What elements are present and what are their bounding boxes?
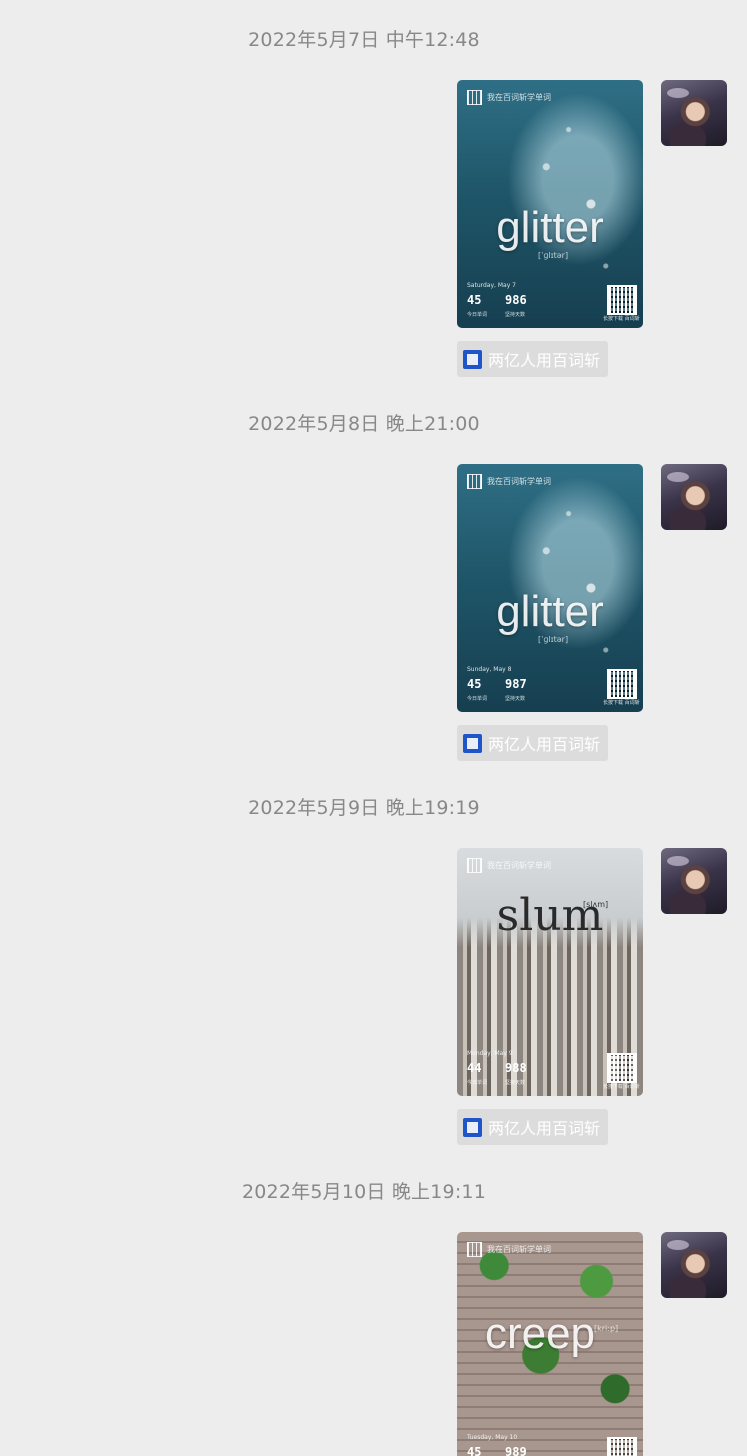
card-phonetic: [slʌm]	[583, 900, 609, 909]
card-phonetic: [ˈɡlɪtər]	[538, 635, 569, 644]
card-streak-label: 坚持天数	[505, 696, 526, 702]
card-date: Monday, May 9	[467, 1050, 513, 1057]
qr-code-icon	[607, 669, 637, 699]
card-brand: 我在百词斩学单词	[467, 858, 551, 873]
card-today-count: 45	[467, 1445, 482, 1456]
card-word: slum	[496, 890, 604, 941]
qr-code-icon	[607, 1053, 637, 1083]
card-today-count: 45	[467, 677, 482, 691]
card-streak-count: 987	[505, 677, 527, 691]
card-today-label: 今日单词	[467, 1080, 488, 1086]
card-streak-label: 坚持天数	[505, 1080, 526, 1086]
card-qr-label: 长按下载 百词斩	[603, 1084, 640, 1090]
card-phonetic: [kriːp]	[594, 1324, 619, 1333]
baicizhan-app-icon	[463, 1117, 482, 1137]
card-word: glitter	[496, 203, 604, 252]
avatar[interactable]	[661, 80, 727, 146]
card-streak-count: 989	[505, 1445, 527, 1456]
baicizhan-app-icon	[463, 349, 482, 369]
app-source-label: 两亿人用百词斩	[488, 735, 601, 754]
message-timestamp: 2022年5月8日 晚上21:00	[248, 413, 480, 435]
shared-image-card[interactable]: 我在百词斩学单词 glitter [ˈɡlɪtər] Sunday, May 8…	[457, 464, 643, 712]
qr-code-icon	[607, 285, 637, 315]
qr-code-icon	[607, 1437, 637, 1456]
avatar[interactable]	[661, 848, 727, 914]
card-phonetic: [ˈɡlɪtər]	[538, 251, 569, 260]
card-qr-label: 长按下载 百词斩	[603, 700, 640, 706]
app-source-link[interactable]: 两亿人用百词斩	[457, 341, 608, 377]
card-today-count: 44	[467, 1061, 482, 1075]
card-brand-text: 我在百词斩学单词	[487, 1245, 551, 1254]
card-brand-text: 我在百词斩学单词	[487, 861, 551, 870]
card-brand: 我在百词斩学单词	[467, 90, 551, 105]
message-timestamp: 2022年5月10日 晚上19:11	[241, 1181, 486, 1203]
card-brand: 我在百词斩学单词	[467, 474, 551, 489]
card-streak-count: 988	[505, 1061, 527, 1075]
baicizhan-logo-icon	[467, 858, 482, 873]
card-date: Tuesday, May 10	[467, 1434, 518, 1441]
card-word: creep	[484, 1309, 596, 1358]
card-today-label: 今日单词	[467, 696, 488, 702]
app-source-link[interactable]: 两亿人用百词斩	[457, 725, 608, 761]
avatar[interactable]	[661, 1232, 727, 1298]
baicizhan-app-icon	[463, 733, 482, 753]
card-date: Sunday, May 8	[467, 666, 512, 673]
card-brand-text: 我在百词斩学单词	[487, 93, 551, 102]
shared-image-card[interactable]: 我在百词斩学单词 creep [kriːp] Tuesday, May 10 4…	[457, 1232, 643, 1456]
card-qr-label: 长按下载 百词斩	[603, 316, 640, 322]
app-source-label: 两亿人用百词斩	[488, 1119, 601, 1138]
app-source-label: 两亿人用百词斩	[488, 351, 601, 370]
card-date: Saturday, May 7	[467, 282, 516, 289]
shared-image-card[interactable]: 我在百词斩学单词 glitter [ˈɡlɪtər] Saturday, May…	[457, 80, 643, 328]
message-timestamp: 2022年5月7日 中午12:48	[248, 29, 480, 51]
message-timestamp: 2022年5月9日 晚上19:19	[248, 797, 480, 819]
card-brand-text: 我在百词斩学单词	[487, 477, 551, 486]
card-word: glitter	[496, 587, 604, 636]
baicizhan-logo-icon	[467, 474, 482, 489]
app-source-link[interactable]: 两亿人用百词斩	[457, 1109, 608, 1145]
card-streak-label: 坚持天数	[505, 312, 526, 318]
shared-image-card[interactable]: 我在百词斩学单词 slum [slʌm] Monday, May 9 44 98…	[457, 848, 643, 1096]
card-streak-count: 986	[505, 293, 527, 307]
card-today-label: 今日单词	[467, 312, 488, 318]
avatar[interactable]	[661, 464, 727, 530]
baicizhan-logo-icon	[467, 90, 482, 105]
card-brand: 我在百词斩学单词	[467, 1242, 551, 1257]
card-today-count: 45	[467, 293, 482, 307]
baicizhan-logo-icon	[467, 1242, 482, 1257]
